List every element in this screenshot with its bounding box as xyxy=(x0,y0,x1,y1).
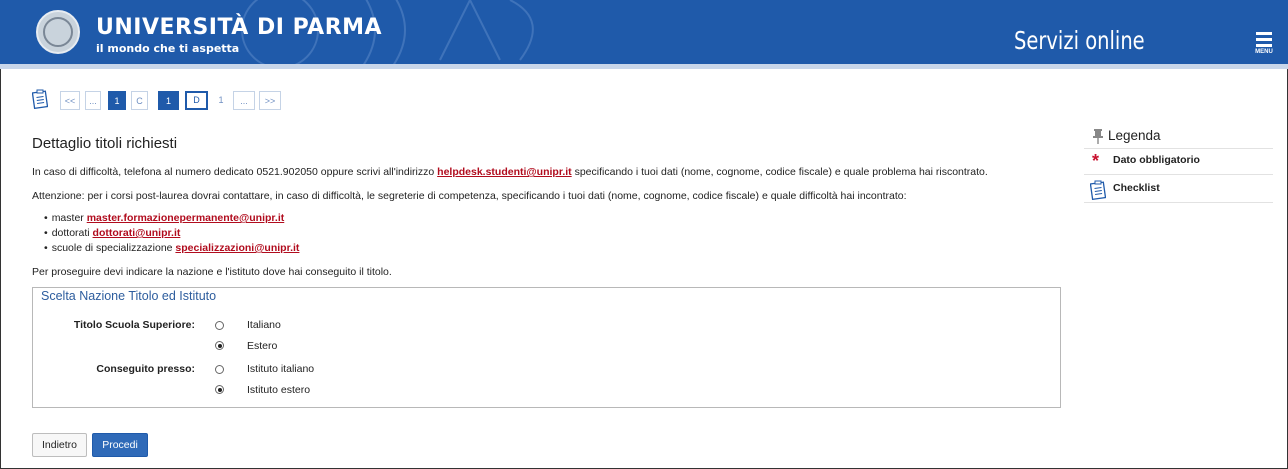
stepper-step-d[interactable]: D xyxy=(185,91,208,110)
legend-required: Dato obbligatorio xyxy=(1113,154,1200,166)
legend-divider xyxy=(1084,174,1273,175)
site-header: UNIVERSITÀ DI PARMA il mondo che ti aspe… xyxy=(0,0,1288,64)
required-star-icon: * xyxy=(1092,151,1100,171)
dottorati-email-link[interactable]: dottorati@unipr.it xyxy=(93,227,181,239)
service-title[interactable]: Servizi online xyxy=(1014,26,1145,55)
radio-estero-label[interactable]: Estero xyxy=(247,340,277,352)
pushpin-icon xyxy=(1093,129,1103,144)
radio-istituto-estero[interactable] xyxy=(215,385,224,394)
radio-estero[interactable] xyxy=(215,341,224,350)
header-divider xyxy=(0,64,1288,69)
contact-dottorati: dottorati dottorati@unipr.it xyxy=(44,227,181,239)
contact-specializzazioni: scuole di specializzazione specializzazi… xyxy=(44,242,300,254)
page-title: Dettaglio titoli richiesti xyxy=(32,135,178,152)
radio-istituto-italiano-label[interactable]: Istituto italiano xyxy=(247,363,314,375)
legend-checklist: Checklist xyxy=(1113,182,1160,194)
specializzazioni-email-link[interactable]: specializzazioni@unipr.it xyxy=(175,242,299,254)
contact-master: master master.formazionepermanente@unipr… xyxy=(44,212,285,224)
checklist-icon xyxy=(32,89,48,109)
back-button[interactable]: Indietro xyxy=(32,433,87,457)
hamburger-icon xyxy=(1256,32,1272,35)
helpdesk-email-link[interactable]: helpdesk.studenti@unipr.it xyxy=(437,166,572,178)
attention-text: Attenzione: per i corsi post-laurea dovr… xyxy=(32,190,907,202)
menu-button[interactable]: MENU xyxy=(1252,32,1276,62)
legend-divider xyxy=(1084,202,1273,203)
stepper-step-c[interactable]: C xyxy=(131,91,148,110)
stepper-first[interactable]: << xyxy=(60,91,80,110)
helpdesk-text: In caso di difficoltà, telefona al numer… xyxy=(32,166,988,178)
conseguito-label: Conseguito presso: xyxy=(96,363,195,375)
stepper-ellipsis-left: ... xyxy=(85,91,101,110)
menu-label: MENU xyxy=(1255,49,1273,55)
stepper-step-1-current[interactable]: 1 xyxy=(158,91,179,110)
university-logo[interactable] xyxy=(36,10,80,54)
stepper-ellipsis-right: ... xyxy=(233,91,255,110)
radio-italiano[interactable] xyxy=(215,321,224,330)
stepper-last[interactable]: >> xyxy=(259,91,281,110)
proceed-instruction: Per proseguire devi indicare la nazione … xyxy=(32,266,392,278)
fieldset-legend: Scelta Nazione Titolo ed Istituto xyxy=(40,289,218,303)
radio-istituto-italiano[interactable] xyxy=(215,365,224,374)
titolo-label: Titolo Scuola Superiore: xyxy=(73,319,195,331)
scelta-fieldset xyxy=(32,287,1061,408)
stepper-step-next[interactable]: 1 xyxy=(215,91,227,110)
radio-italiano-label[interactable]: Italiano xyxy=(247,319,281,331)
radio-istituto-estero-label[interactable]: Istituto estero xyxy=(247,384,310,396)
checklist-icon xyxy=(1090,180,1106,200)
stepper-step-1[interactable]: 1 xyxy=(108,91,126,110)
proceed-button[interactable]: Procedi xyxy=(92,433,148,457)
legend-divider xyxy=(1084,148,1273,149)
master-email-link[interactable]: master.formazionepermanente@unipr.it xyxy=(87,212,285,224)
university-title[interactable]: UNIVERSITÀ DI PARMA xyxy=(96,15,382,40)
legend-title: Legenda xyxy=(1108,128,1161,143)
university-subtitle: il mondo che ti aspetta xyxy=(96,42,240,55)
